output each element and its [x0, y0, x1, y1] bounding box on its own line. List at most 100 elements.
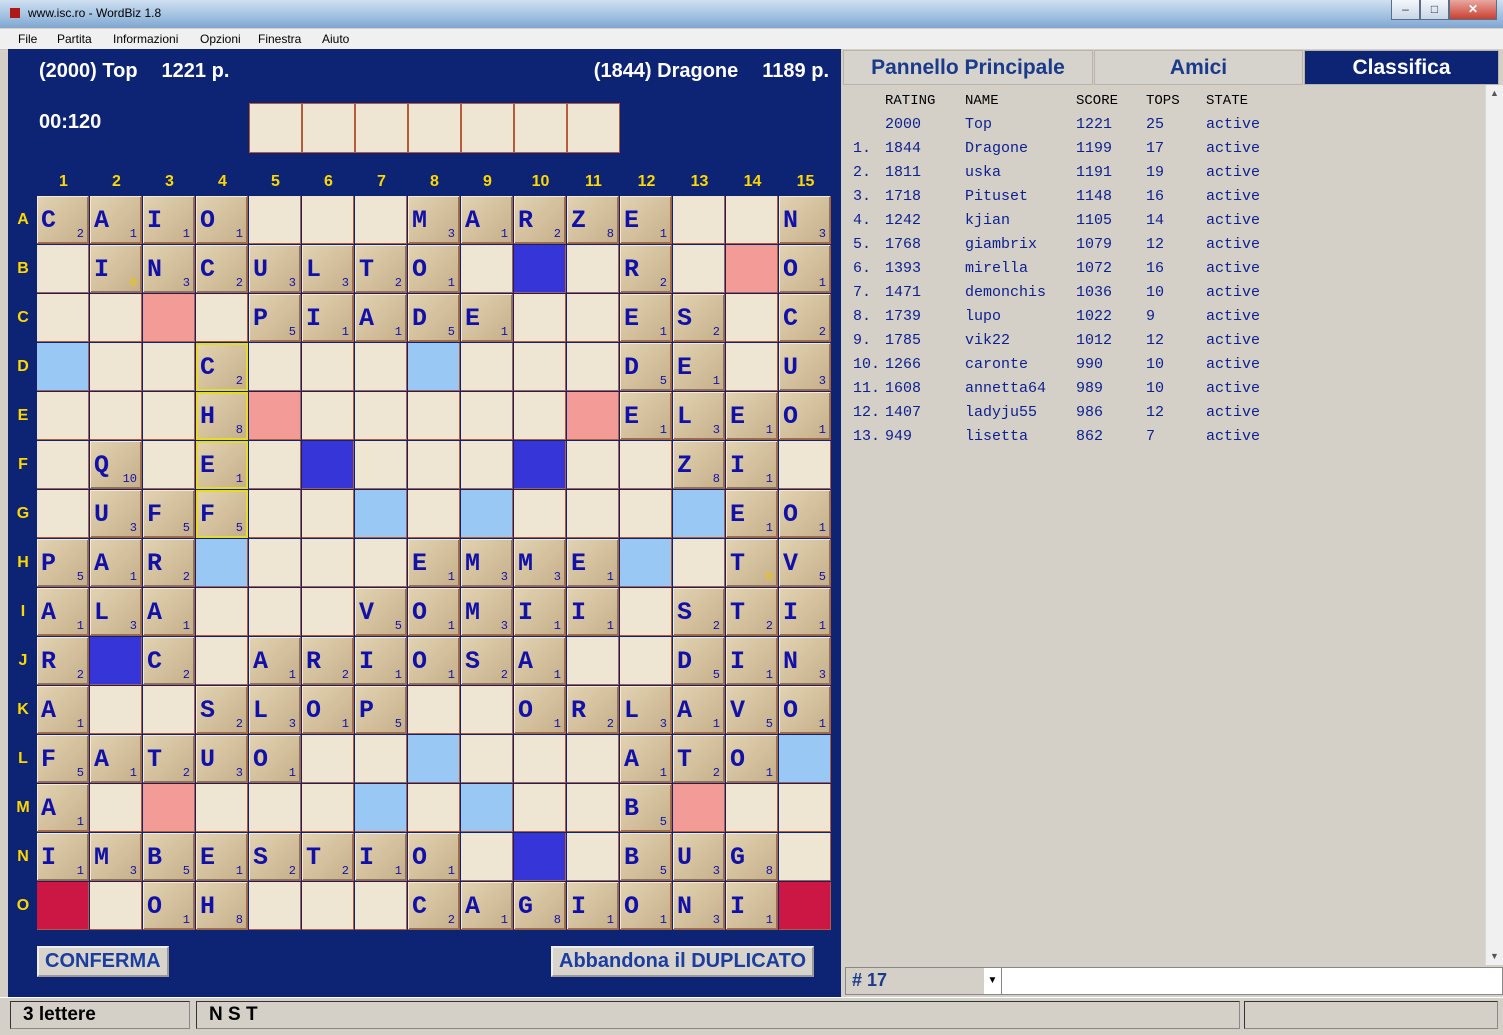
chat-input[interactable] [1001, 967, 1503, 995]
board-cell[interactable] [567, 490, 619, 538]
board-cell[interactable] [355, 392, 407, 440]
premium-cell[interactable] [90, 637, 142, 685]
board-tile[interactable]: N3 [673, 882, 725, 930]
board-cell[interactable] [249, 490, 301, 538]
board-tile[interactable]: O1 [302, 686, 354, 734]
board-cell[interactable] [461, 245, 513, 293]
board-tile[interactable]: C2 [37, 196, 89, 244]
board-tile[interactable]: P5 [355, 686, 407, 734]
board-tile[interactable]: A1 [143, 588, 195, 636]
board-tile[interactable]: I1 [143, 196, 195, 244]
board-cell[interactable] [514, 343, 566, 391]
board-cell[interactable] [779, 784, 831, 832]
premium-cell[interactable] [514, 441, 566, 489]
board-cell[interactable] [461, 833, 513, 881]
board-cell[interactable] [196, 588, 248, 636]
board-cell[interactable] [673, 245, 725, 293]
board-cell[interactable] [249, 588, 301, 636]
board-cell[interactable] [567, 245, 619, 293]
menu-finestra[interactable]: Finestra [258, 32, 301, 46]
board-cell[interactable] [37, 490, 89, 538]
board-cell[interactable] [567, 637, 619, 685]
board-tile[interactable]: I1 [779, 588, 831, 636]
ranking-scrollbar[interactable]: ▲ ▼ [1485, 85, 1503, 965]
board-tile[interactable]: E1 [726, 392, 778, 440]
board-tile[interactable]: U3 [196, 735, 248, 783]
board-tile[interactable]: H8 [196, 392, 248, 440]
tab-pannello-principale[interactable]: Pannello Principale [843, 50, 1093, 85]
ranking-row[interactable]: 11. 1608 annetta64 989 10 active [843, 380, 1483, 402]
board-cell[interactable] [196, 784, 248, 832]
board-cell[interactable] [249, 196, 301, 244]
ranking-row[interactable]: 6. 1393 mirella 1072 16 active [843, 260, 1483, 282]
board-tile[interactable]: I1 [567, 882, 619, 930]
board-cell[interactable] [37, 441, 89, 489]
board-tile[interactable]: R2 [143, 539, 195, 587]
premium-cell[interactable] [249, 392, 301, 440]
board-tile[interactable]: E1 [673, 343, 725, 391]
premium-cell[interactable] [673, 784, 725, 832]
board-cell[interactable] [196, 294, 248, 342]
board-tile[interactable]: V5 [779, 539, 831, 587]
board-tile[interactable]: A1 [620, 735, 672, 783]
board-tile[interactable]: G8 [514, 882, 566, 930]
board-tile[interactable]: T0 [726, 539, 778, 587]
board-tile[interactable]: I1 [37, 833, 89, 881]
tab-amici[interactable]: Amici [1094, 50, 1303, 85]
board-tile[interactable]: A1 [249, 637, 301, 685]
maximize-icon[interactable]: □ [1420, 0, 1449, 20]
board-cell[interactable] [408, 686, 460, 734]
board-tile[interactable]: C2 [143, 637, 195, 685]
rack-slot[interactable] [302, 103, 355, 153]
round-select[interactable]: # 17 ▼ [845, 967, 1002, 995]
board-cell[interactable] [620, 441, 672, 489]
board-tile[interactable]: T2 [302, 833, 354, 881]
menu-partita[interactable]: Partita [57, 32, 92, 46]
board-tile[interactable]: I1 [302, 294, 354, 342]
board-cell[interactable] [461, 686, 513, 734]
board-tile[interactable]: A1 [37, 686, 89, 734]
board-tile[interactable]: M3 [461, 539, 513, 587]
board-tile[interactable]: F5 [37, 735, 89, 783]
board-cell[interactable] [514, 735, 566, 783]
board-cell[interactable] [620, 588, 672, 636]
board-tile[interactable]: T2 [355, 245, 407, 293]
board-tile[interactable]: I1 [726, 637, 778, 685]
board-cell[interactable] [196, 637, 248, 685]
board-cell[interactable] [567, 784, 619, 832]
board-tile[interactable]: L3 [90, 588, 142, 636]
board-tile[interactable]: I1 [355, 637, 407, 685]
board-tile[interactable]: I1 [514, 588, 566, 636]
board-tile[interactable]: A1 [514, 637, 566, 685]
board-cell[interactable] [514, 784, 566, 832]
board-tile[interactable]: E1 [620, 392, 672, 440]
board-cell[interactable] [673, 196, 725, 244]
board-tile[interactable]: M3 [90, 833, 142, 881]
board-tile[interactable]: M3 [514, 539, 566, 587]
board-cell[interactable] [355, 441, 407, 489]
board-tile[interactable]: O1 [408, 833, 460, 881]
board-cell[interactable] [90, 882, 142, 930]
board-tile[interactable]: C2 [196, 245, 248, 293]
rack-slot[interactable] [249, 103, 302, 153]
board-tile[interactable]: R2 [302, 637, 354, 685]
board-tile[interactable]: E1 [408, 539, 460, 587]
ranking-row[interactable]: 7. 1471 demonchis 1036 10 active [843, 284, 1483, 306]
board-tile[interactable]: U3 [673, 833, 725, 881]
board-tile[interactable]: B5 [143, 833, 195, 881]
premium-cell[interactable] [408, 735, 460, 783]
scroll-down-icon[interactable]: ▼ [1486, 948, 1503, 965]
board-tile[interactable]: S2 [673, 588, 725, 636]
tab-classifica[interactable]: Classifica [1304, 50, 1499, 85]
premium-cell[interactable] [726, 245, 778, 293]
rack-slot[interactable] [355, 103, 408, 153]
game-board[interactable]: C2A1I1O1M3A1R2Z8E1N3I0N3C2U3L3T2O1R2O1P5… [37, 196, 832, 931]
board-cell[interactable] [143, 392, 195, 440]
board-tile[interactable]: O1 [779, 392, 831, 440]
board-cell[interactable] [90, 392, 142, 440]
board-tile[interactable]: A1 [90, 196, 142, 244]
board-cell[interactable] [37, 392, 89, 440]
menu-aiuto[interactable]: Aiuto [322, 32, 349, 46]
board-tile[interactable]: F5 [143, 490, 195, 538]
board-cell[interactable] [408, 441, 460, 489]
